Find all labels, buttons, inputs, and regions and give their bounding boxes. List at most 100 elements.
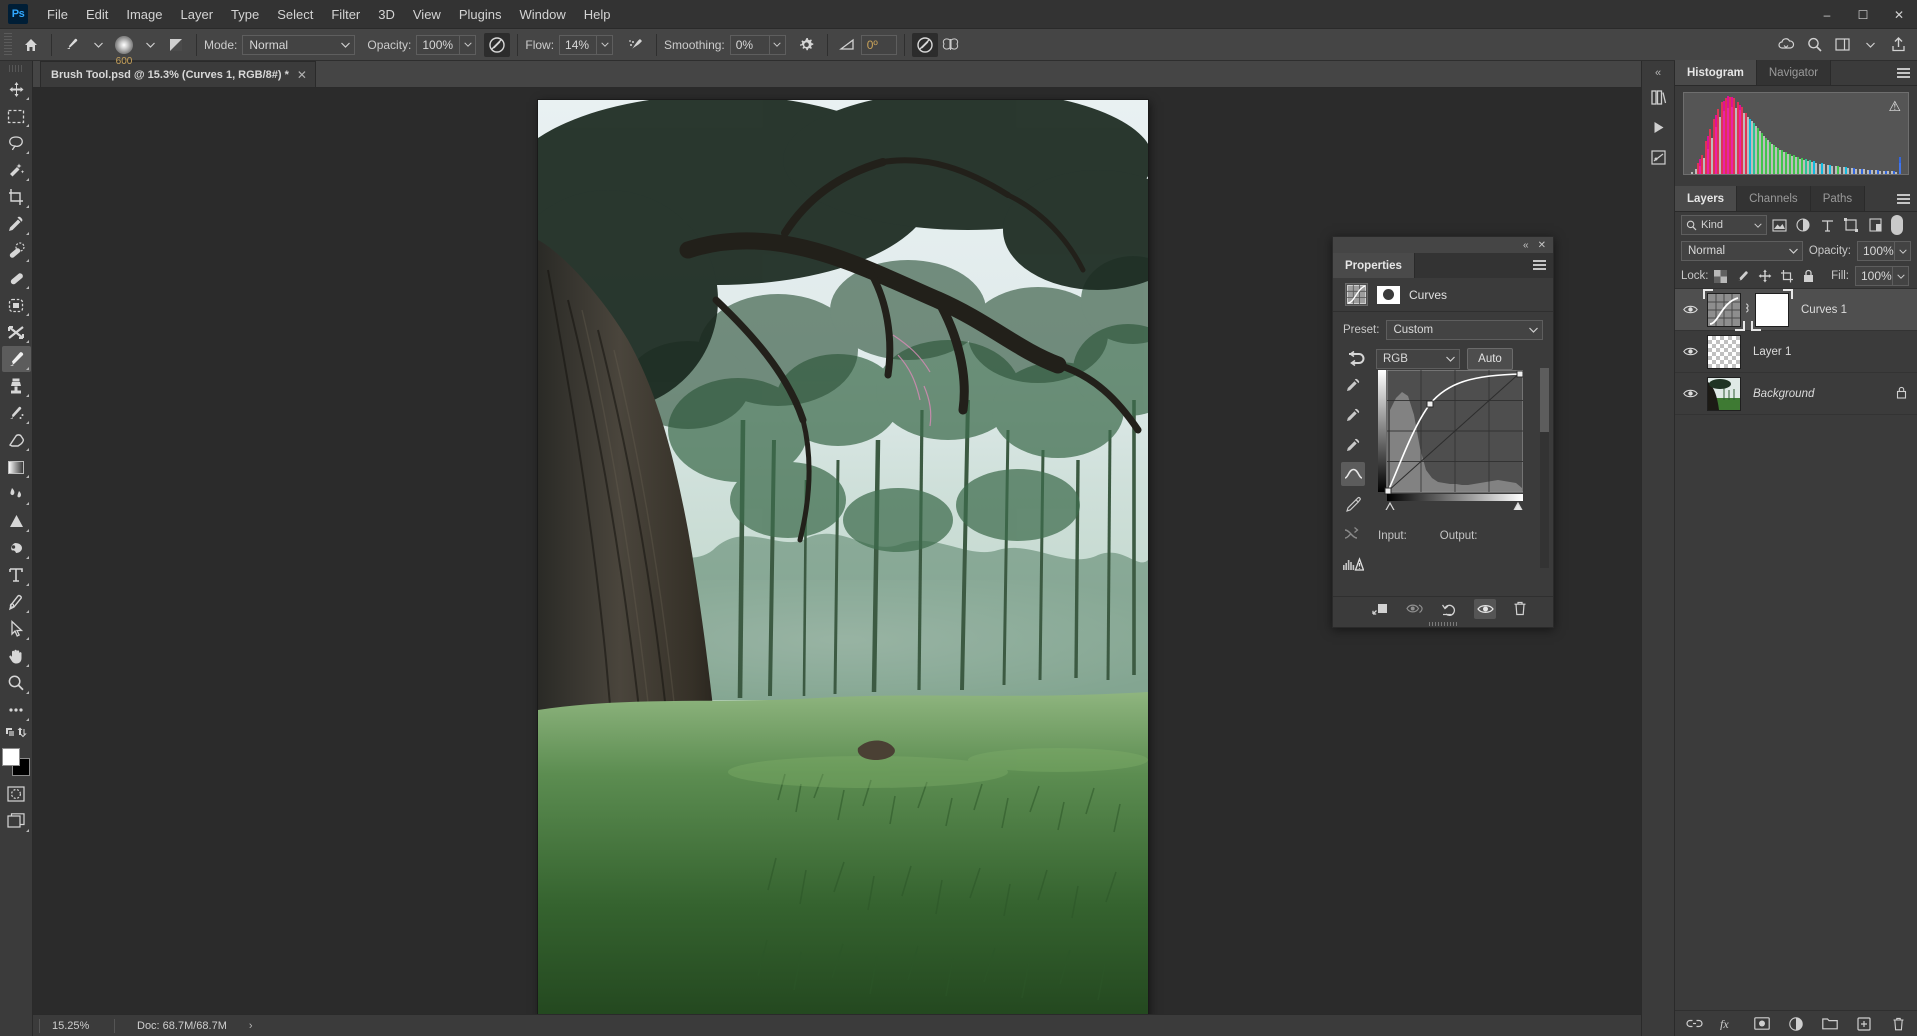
minimize-button[interactable]: – bbox=[1809, 0, 1845, 29]
preset-select[interactable]: Custom bbox=[1386, 320, 1543, 340]
edit-points-curve-tool[interactable] bbox=[1341, 462, 1365, 486]
view-previous-state-icon[interactable] bbox=[1404, 599, 1426, 619]
cloud-documents-icon[interactable] bbox=[1773, 33, 1799, 57]
status-expand-arrow-icon[interactable]: › bbox=[249, 1020, 253, 1032]
angle-icon[interactable] bbox=[835, 33, 861, 57]
tab-histogram[interactable]: Histogram bbox=[1675, 60, 1757, 85]
tab-layers[interactable]: Layers bbox=[1675, 186, 1737, 211]
menu-plugins[interactable]: Plugins bbox=[450, 0, 511, 29]
path-selection-tool[interactable] bbox=[2, 616, 31, 642]
opacity-input[interactable]: 100% bbox=[416, 35, 460, 55]
rectangular-marquee-tool[interactable] bbox=[2, 103, 31, 129]
layer-filter-kind-select[interactable]: Kind bbox=[1681, 215, 1767, 235]
blend-mode-select[interactable]: Normal bbox=[242, 35, 355, 55]
toggle-visibility-icon[interactable] bbox=[1474, 599, 1496, 619]
spot-healing-brush-tool[interactable] bbox=[2, 238, 31, 264]
delete-layer-icon[interactable] bbox=[1889, 1015, 1907, 1033]
layer-mask-icon[interactable] bbox=[1377, 286, 1400, 304]
delete-adjustment-icon[interactable] bbox=[1509, 599, 1531, 619]
smoothing-dropdown-icon[interactable] bbox=[770, 35, 786, 55]
filter-smart-object-icon[interactable] bbox=[1863, 214, 1887, 236]
maximize-button[interactable]: ☐ bbox=[1845, 0, 1881, 29]
blur-tool[interactable] bbox=[2, 481, 31, 507]
actions-play-icon[interactable] bbox=[1644, 113, 1673, 141]
menu-filter[interactable]: Filter bbox=[322, 0, 369, 29]
share-icon[interactable] bbox=[1885, 33, 1911, 57]
panel-menu-icon[interactable] bbox=[1897, 194, 1910, 206]
history-brush-tool[interactable] bbox=[2, 400, 31, 426]
layer-name[interactable]: Background bbox=[1753, 388, 1814, 400]
edit-toolbar-tool[interactable] bbox=[2, 697, 31, 723]
layer-thumbnail[interactable] bbox=[1707, 335, 1741, 369]
dodge-tool[interactable] bbox=[2, 508, 31, 534]
workspace-icon[interactable] bbox=[1829, 33, 1855, 57]
default-colors-icon[interactable] bbox=[2, 724, 31, 740]
libraries-icon[interactable] bbox=[1644, 83, 1673, 111]
table-row[interactable]: Curves 1 bbox=[1675, 289, 1917, 331]
layer-style-fx-icon[interactable]: fx bbox=[1719, 1015, 1737, 1033]
layer-opacity-dropdown-icon[interactable] bbox=[1895, 241, 1911, 261]
filter-adjustment-icon[interactable] bbox=[1791, 214, 1815, 236]
object-selection-tool[interactable] bbox=[2, 157, 31, 183]
menu-window[interactable]: Window bbox=[510, 0, 574, 29]
tab-properties[interactable]: Properties bbox=[1333, 253, 1415, 278]
layer-thumbnail-wrapper[interactable] bbox=[1707, 293, 1741, 327]
new-adjustment-layer-icon[interactable] bbox=[1787, 1015, 1805, 1033]
reset-icon[interactable] bbox=[1439, 599, 1461, 619]
close-icon[interactable]: ✕ bbox=[1538, 240, 1546, 251]
lasso-tool[interactable] bbox=[2, 130, 31, 156]
workspace-chevron-icon[interactable] bbox=[1857, 33, 1883, 57]
flow-dropdown-icon[interactable] bbox=[597, 35, 613, 55]
image-canvas[interactable] bbox=[538, 100, 1148, 1014]
lock-all-icon[interactable] bbox=[1799, 266, 1819, 286]
on-image-adjust-icon[interactable] bbox=[1343, 351, 1369, 367]
lock-position-icon[interactable] bbox=[1755, 266, 1775, 286]
sample-white-point-eyedropper[interactable] bbox=[1341, 432, 1365, 456]
menu-help[interactable]: Help bbox=[575, 0, 620, 29]
clone-stamp-tool[interactable] bbox=[2, 373, 31, 399]
table-row[interactable]: Layer 1 bbox=[1675, 331, 1917, 373]
hand-tool[interactable] bbox=[2, 643, 31, 669]
menu-file[interactable]: File bbox=[38, 0, 77, 29]
tools-panel-grip[interactable] bbox=[9, 65, 23, 72]
pressure-opacity-icon[interactable] bbox=[484, 33, 510, 57]
menu-3d[interactable]: 3D bbox=[369, 0, 404, 29]
link-layers-icon[interactable] bbox=[1685, 1015, 1703, 1033]
filter-type-icon[interactable] bbox=[1815, 214, 1839, 236]
butterfly-symmetry-icon[interactable] bbox=[938, 33, 964, 57]
properties-panel-titlebar[interactable]: « ✕ bbox=[1333, 237, 1553, 253]
curves-graph[interactable] bbox=[1378, 370, 1523, 510]
brush-tip-preview[interactable]: 600 bbox=[111, 33, 137, 57]
properties-scrollbar[interactable] bbox=[1540, 368, 1549, 568]
close-button[interactable]: ✕ bbox=[1881, 0, 1917, 29]
eraser-tool[interactable] bbox=[2, 427, 31, 453]
menu-view[interactable]: View bbox=[404, 0, 450, 29]
layer-locked-icon[interactable] bbox=[1896, 386, 1907, 402]
eyedropper-tool[interactable] bbox=[2, 211, 31, 237]
flow-input[interactable]: 14% bbox=[559, 35, 597, 55]
layer-fill-input[interactable]: 100% bbox=[1855, 266, 1893, 286]
brush-tip-chevron-icon[interactable] bbox=[137, 33, 163, 57]
healing-brush-tool[interactable] bbox=[2, 265, 31, 291]
layer-visibility-toggle[interactable] bbox=[1679, 388, 1701, 399]
filter-shape-icon[interactable] bbox=[1839, 214, 1863, 236]
search-icon[interactable] bbox=[1801, 33, 1827, 57]
tab-paths[interactable]: Paths bbox=[1811, 186, 1865, 211]
color-swatches[interactable] bbox=[1, 747, 31, 777]
brush-preset-icon[interactable] bbox=[59, 33, 85, 57]
curves-adjustment-icon[interactable] bbox=[1345, 283, 1368, 306]
brush-tool[interactable] bbox=[2, 346, 31, 372]
brush-settings-icon[interactable] bbox=[163, 33, 189, 57]
layer-blend-mode-select[interactable]: Normal bbox=[1681, 241, 1803, 261]
layer-name[interactable]: Layer 1 bbox=[1753, 346, 1791, 358]
smooth-curve-values-tool[interactable] bbox=[1341, 522, 1365, 546]
layer-list[interactable]: Curves 1 Layer 1 bbox=[1675, 288, 1917, 1010]
quick-mask-icon[interactable] bbox=[2, 781, 31, 807]
properties-resize-grip[interactable] bbox=[1333, 620, 1553, 627]
cached-data-warning-icon[interactable]: ⚠ bbox=[1888, 98, 1901, 115]
brush-preset-chevron-icon[interactable] bbox=[85, 33, 111, 57]
new-layer-icon[interactable] bbox=[1855, 1015, 1873, 1033]
filter-toggle[interactable] bbox=[1891, 215, 1903, 235]
angle-input[interactable]: 0º bbox=[861, 35, 897, 55]
collapse-icon[interactable]: « bbox=[1523, 240, 1529, 251]
